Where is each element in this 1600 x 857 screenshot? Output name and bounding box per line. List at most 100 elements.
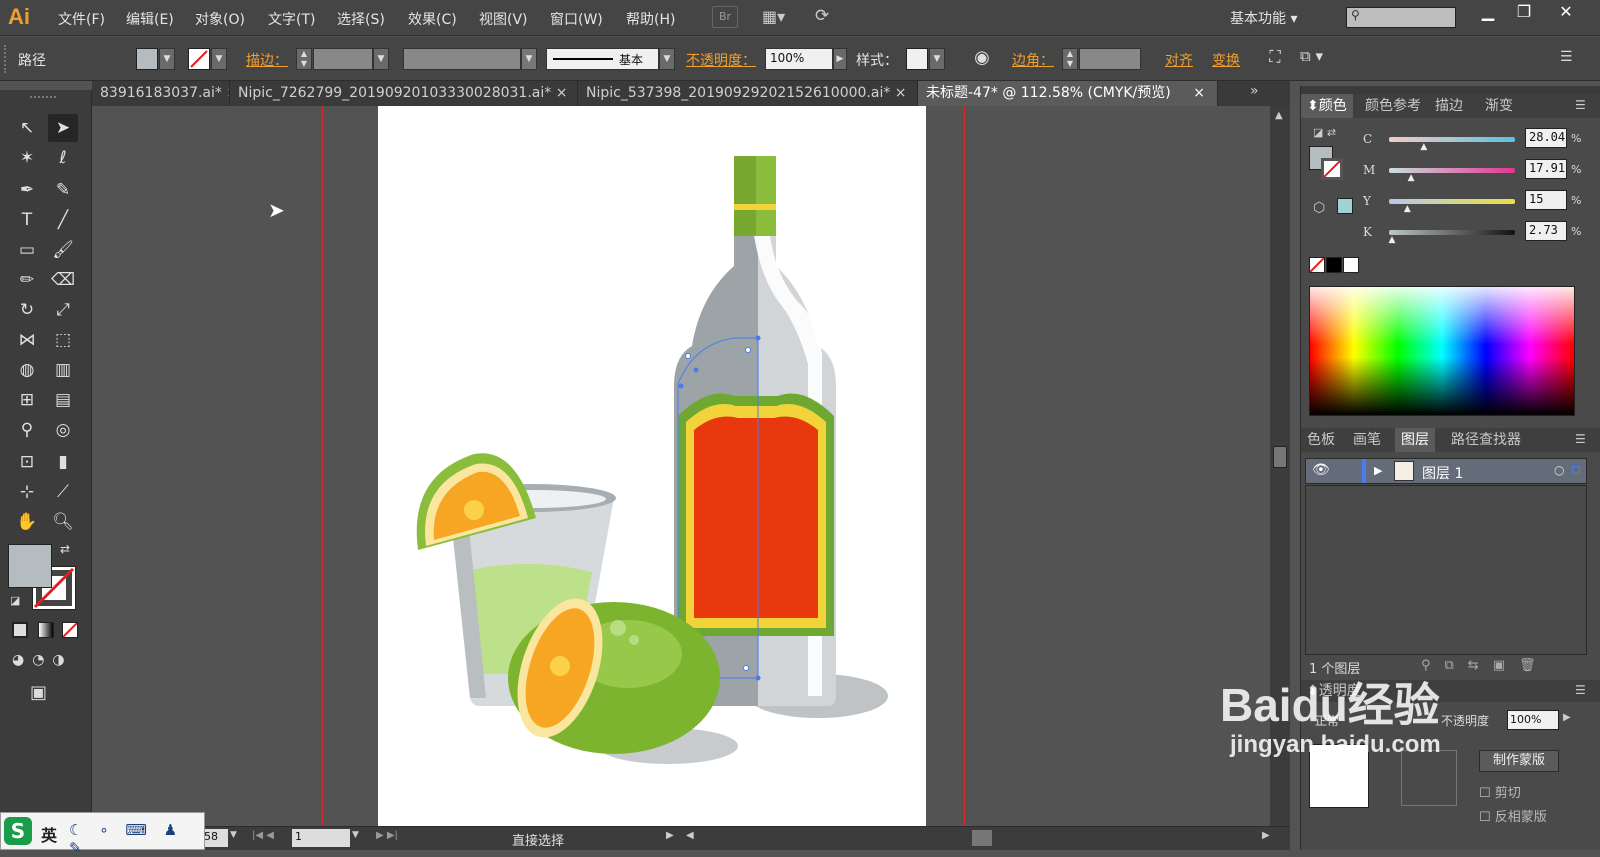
anchor-point[interactable] — [755, 335, 761, 341]
slice-tool-icon[interactable]: ⟋ — [48, 478, 78, 506]
anchor-point[interactable] — [755, 675, 761, 681]
invert-mask-checkbox[interactable]: ☐ 反相蒙版 — [1479, 806, 1547, 825]
ime-language-toggle[interactable]: 英 — [41, 822, 57, 846]
magic-wand-tool-icon[interactable]: ✶ — [12, 144, 42, 172]
menu-window[interactable]: 窗口(W) — [550, 9, 603, 29]
anchor-point[interactable] — [743, 665, 749, 671]
scroll-left-icon[interactable]: ◀ — [686, 830, 694, 841]
symbol-sprayer-tool-icon[interactable]: ⊡ — [12, 448, 42, 476]
color-mode-icon[interactable] — [12, 622, 28, 638]
perspective-grid-tool-icon[interactable]: ▥ — [48, 356, 78, 384]
close-window-button[interactable]: ✕ — [1548, 0, 1584, 24]
stroke-weight-dropdown[interactable]: ▼ — [373, 48, 389, 70]
menu-file[interactable]: 文件(F) — [58, 9, 105, 29]
opacity-input[interactable]: 100% — [765, 48, 833, 70]
eyedropper-tool-icon[interactable]: ⚲ — [12, 416, 42, 444]
rotate-tool-icon[interactable]: ↻ — [12, 296, 42, 324]
fill-color-box-front[interactable] — [8, 544, 52, 588]
menu-object[interactable]: 对象(O) — [195, 9, 245, 29]
fill-swatch[interactable] — [136, 48, 158, 70]
anchor-point[interactable] — [745, 347, 751, 353]
transparency-menu-icon[interactable]: ☰ — [1575, 683, 1586, 697]
zoom-field[interactable]: 58 — [202, 829, 228, 847]
recolor-artwork-icon[interactable]: ◉ — [970, 47, 994, 71]
channel-c-thumb[interactable]: ▲ — [1420, 142, 1427, 152]
current-tool-status[interactable]: 直接选择 — [512, 830, 564, 849]
menu-type[interactable]: 文字(T) — [268, 9, 315, 29]
layers-panel-menu-icon[interactable]: ☰ — [1575, 432, 1586, 446]
variable-width-profile[interactable] — [403, 48, 521, 70]
artboard-number-field[interactable]: 1 — [292, 829, 350, 847]
doc-tab-active[interactable]: 未标题-47* @ 112.58% (CMYK/预览) × — [918, 81, 1218, 106]
horizontal-scroll-thumb[interactable] — [972, 830, 992, 846]
direct-selection-tool-icon[interactable]: ➤ — [48, 114, 78, 142]
gamut-swatch[interactable] — [1337, 198, 1353, 214]
scroll-up-icon[interactable]: ▲ — [1275, 110, 1283, 121]
channel-k-input[interactable]: 2.73 — [1525, 221, 1567, 241]
transparency-opacity-input[interactable]: 100% — [1507, 710, 1559, 730]
isolate-object-icon[interactable]: ⛶ — [1264, 47, 1286, 69]
next-artboard-icon[interactable]: ▶ ▶| — [376, 830, 398, 841]
selection-tool-icon[interactable]: ↖ — [12, 114, 42, 142]
layer-row[interactable]: 👁︎ ▶ 图层 1 ○ — [1305, 458, 1587, 484]
status-menu-arrow[interactable]: ▶ — [666, 830, 674, 841]
opacity-label[interactable]: 不透明度： — [686, 50, 756, 70]
layer-name[interactable]: 图层 1 — [1422, 463, 1463, 483]
lasso-tool-icon[interactable]: ℓ — [48, 144, 78, 172]
artboard-tool-icon[interactable]: ⊹ — [12, 478, 42, 506]
scale-tool-icon[interactable]: ⤢ — [48, 296, 78, 324]
expand-layer-icon[interactable]: ▶ — [1374, 464, 1382, 477]
default-fill-stroke-icon[interactable]: ◪ ⇄ — [1313, 126, 1336, 139]
stroke-label[interactable]: 描边： — [246, 50, 288, 70]
opacity-arrow[interactable]: ▶ — [833, 48, 847, 70]
eraser-tool-icon[interactable]: ⌫ — [48, 266, 78, 294]
visibility-eye-icon[interactable]: 👁︎ — [1312, 462, 1330, 478]
align-link[interactable]: 对齐 — [1165, 50, 1193, 70]
width-tool-icon[interactable]: ⋈ — [12, 326, 42, 354]
menu-help[interactable]: 帮助(H) — [626, 9, 675, 29]
channel-c-input[interactable]: 28.04 — [1525, 128, 1567, 148]
channel-k-slider[interactable] — [1389, 230, 1515, 235]
tab-color[interactable]: ⬍颜色 — [1301, 94, 1353, 118]
pen-tool-icon[interactable]: ✒ — [12, 176, 42, 204]
tab-layers[interactable]: 图层 — [1395, 428, 1435, 452]
doc-tab-2[interactable]: Nipic_7262799_20190920103330028031.ai* × — [230, 81, 578, 106]
paintbrush-tool-icon[interactable]: 🖌 — [48, 236, 78, 264]
channel-m-thumb[interactable]: ▲ — [1408, 173, 1415, 183]
scroll-thumb[interactable] — [1273, 446, 1287, 468]
black-swatch[interactable] — [1326, 257, 1342, 273]
anchor-point[interactable] — [685, 353, 691, 359]
brush-dropdown[interactable]: ▼ — [659, 48, 675, 70]
canvas-area[interactable]: ➤ — [92, 106, 1290, 826]
curvature-tool-icon[interactable]: ✎ — [48, 176, 78, 204]
artboard[interactable] — [378, 106, 926, 826]
zoom-tool-icon[interactable]: 🔍︎ — [48, 508, 78, 536]
shape-builder-tool-icon[interactable]: ◍ — [12, 356, 42, 384]
blend-tool-icon[interactable]: ◎ — [48, 416, 78, 444]
channel-m-input[interactable]: 17.91 — [1525, 159, 1567, 179]
tab-gradient[interactable]: 渐变 — [1479, 94, 1519, 118]
graph-tool-icon[interactable]: ▮ — [48, 448, 78, 476]
minimize-button[interactable]: ▁ — [1470, 0, 1506, 24]
corner-stepper[interactable]: ▲ ▼ — [1062, 48, 1078, 70]
corner-radius-input[interactable] — [1079, 48, 1141, 70]
graphic-style-swatch[interactable] — [906, 48, 928, 70]
graphic-style-dropdown[interactable]: ▼ — [929, 48, 945, 70]
menu-effect[interactable]: 效果(C) — [408, 9, 457, 29]
anchor-point[interactable] — [678, 383, 684, 389]
hand-tool-icon[interactable]: ✋ — [12, 508, 42, 536]
arrange-documents-icon[interactable]: ▦▾ — [762, 7, 796, 29]
workspace-switcher[interactable]: 基本功能 ▾ — [1230, 8, 1297, 28]
channel-y-input[interactable]: 15 — [1525, 190, 1567, 210]
artwork[interactable] — [378, 106, 926, 826]
channel-y-thumb[interactable]: ▲ — [1404, 204, 1411, 214]
sogou-logo-icon[interactable]: S — [4, 817, 32, 845]
tab-color-guide[interactable]: 颜色参考 — [1359, 94, 1427, 118]
layer-target-icon[interactable]: ○ — [1554, 463, 1564, 477]
color-spectrum[interactable] — [1309, 286, 1575, 416]
default-colors-icon[interactable]: ◪ — [10, 594, 20, 607]
zoom-dropdown[interactable]: ▼ — [230, 830, 237, 840]
tab-overflow-icon[interactable]: » — [1250, 83, 1259, 99]
menu-edit[interactable]: 编辑(E) — [126, 9, 174, 29]
stroke-weight-input[interactable] — [313, 48, 373, 70]
